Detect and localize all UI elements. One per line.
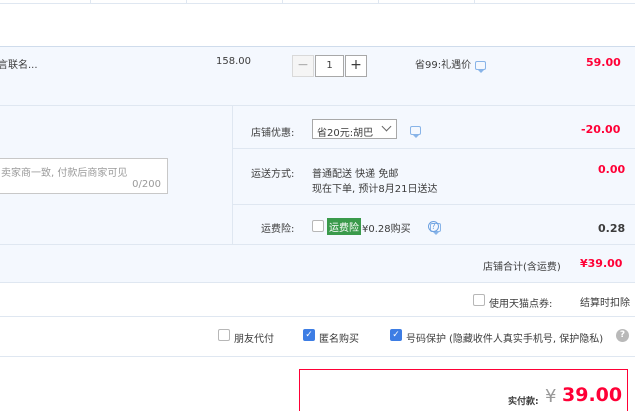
pay-summary-box: 实付款: ¥ 39.00 [299,369,628,411]
row-divider [0,316,635,317]
promo-text: 省99:礼遇价 [415,60,472,71]
header-col-sep [378,0,379,4]
discount-label: 店铺优惠: [251,128,295,139]
item-row: 言联名... 158.00 − 1 + 省99:礼遇价 59.00 [0,47,635,105]
help-icon[interactable]: ? [616,329,629,342]
tmall-points-label: 使用天猫点券: [489,299,553,310]
pay-label: 实付款: [508,397,539,407]
insurance-tag: 运费险 [327,218,361,235]
chat-icon[interactable] [410,126,421,138]
item-subtotal: 59.00 [586,56,621,69]
shipping-method: 普通配送 快递 免邮 [312,169,399,180]
deduct-note: 结算时扣除 [580,298,630,309]
header-col-sep [282,0,283,4]
shipping-label: 运送方式: [251,169,295,180]
number-protect-checkbox[interactable]: ✓ [390,329,402,341]
discount-selected-value: 省20元:胡巴 [317,128,374,139]
item-name[interactable]: 言联名... [0,56,38,71]
message-counter: 0/200 [132,179,161,190]
section-sep [232,106,233,244]
message-placeholder: 卖家商一致, 付款后商家可见 [1,168,128,179]
insurance-checkbox[interactable] [312,220,324,232]
header-col-sep [474,0,475,4]
shop-section: 卖家商一致, 付款后商家可见 0/200 店铺优惠: 省20元:胡巴 -20.0… [0,106,635,282]
shop-total-value: ¥39.00 [580,257,623,270]
pay-amount: 39.00 [562,384,623,406]
anonymous-label: 匿名购买 [319,334,359,345]
anonymous-checkbox[interactable]: ✓ [303,329,315,341]
row-divider [0,244,635,245]
insurance-price: ¥0.28购买 [362,224,411,235]
top-divider [0,0,635,4]
discount-amount: -20.00 [581,123,621,136]
row-divider [233,204,635,205]
item-price: 158.00 [216,56,251,67]
row-divider [0,282,635,283]
insurance-amount: 0.28 [598,222,626,235]
seller-message-input[interactable]: 卖家商一致, 付款后商家可见 0/200 [0,158,168,194]
tmall-points-checkbox[interactable] [473,294,485,306]
insurance-label: 运费险: [261,224,295,235]
help-icon[interactable]: ? [428,221,439,232]
increase-button[interactable]: + [345,55,367,77]
quantity-input[interactable]: 1 [315,55,344,77]
header-col-sep [186,0,187,4]
header-col-sep [90,0,91,4]
discount-select[interactable]: 省20元:胡巴 [312,119,397,139]
shipping-eta: 现在下单, 预计8月21日送达 [312,184,438,195]
friend-pay-checkbox[interactable] [218,329,230,341]
shipping-amount: 0.00 [598,163,626,176]
decrease-button[interactable]: − [292,55,314,77]
chevron-down-icon [381,121,392,132]
number-protect-note: (隐藏收件人真实手机号, 保护隐私) [449,334,604,345]
shop-total-label: 店铺合计(含运费) [483,262,561,273]
friend-pay-label: 朋友代付 [234,334,274,345]
row-divider [0,356,635,357]
number-protect-label: 号码保护 [406,334,446,345]
chat-icon[interactable] [475,61,486,73]
quantity-stepper: − 1 + [292,55,368,77]
pay-currency: ¥ [545,386,557,407]
row-divider [233,148,635,149]
